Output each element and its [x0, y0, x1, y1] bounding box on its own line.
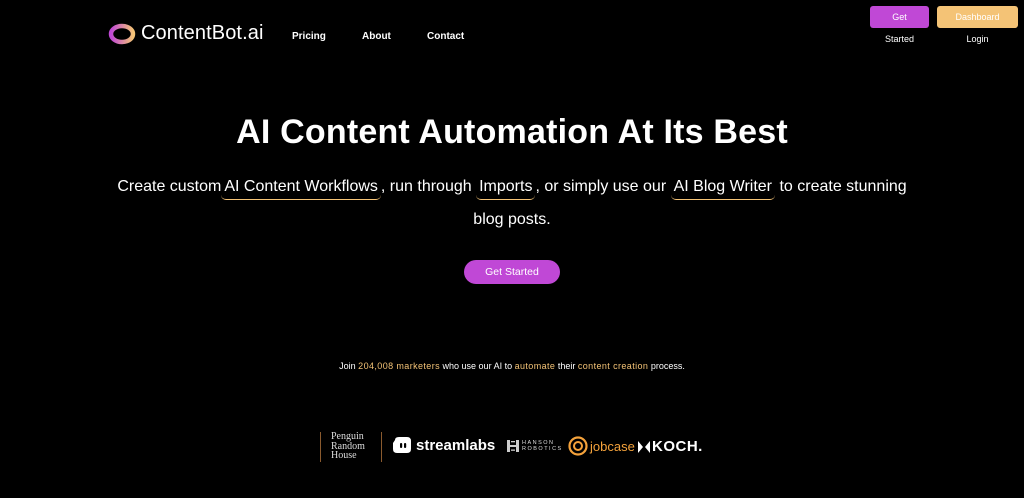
koch-logo: KOCH.: [638, 438, 703, 455]
nav-contact-link[interactable]: Contact: [427, 31, 464, 42]
ring-logo-icon: [108, 23, 136, 44]
page: ContentBot.ai Pricing About Contact Get …: [0, 0, 1024, 498]
streamlabs-icon: [393, 437, 411, 453]
join-prefix: Join: [339, 361, 356, 371]
hanson-logo-text: ROBOTICS: [522, 446, 563, 452]
streamlabs-logo-text: streamlabs: [416, 436, 496, 454]
koch-icon: [638, 440, 650, 453]
ai-blog-writer-link[interactable]: AI Blog Writer: [670, 176, 776, 200]
join-marketers-text: Join 204,008 marketers who use our AI to…: [0, 361, 1024, 371]
hero-title: AI Content Automation At Its Best: [236, 113, 788, 151]
join-suffix: process.: [650, 361, 685, 371]
join-mid-text: their: [557, 361, 576, 371]
nav-pricing-link[interactable]: Pricing: [292, 31, 326, 42]
content-creation-highlight: content creation: [577, 361, 649, 371]
streamlabs-logo: streamlabs: [392, 436, 495, 454]
hero-sub-text: Create custom: [117, 178, 222, 195]
dashboard-login-button[interactable]: Dashboard Login: [937, 6, 1018, 44]
hanson-robotics-icon: [507, 440, 519, 452]
koch-logo-text: KOCH.: [652, 438, 703, 455]
jobcase-logo-text: jobcase: [590, 438, 635, 454]
automate-highlight: automate: [514, 361, 556, 371]
hero-get-started-button[interactable]: Get Started: [464, 260, 560, 284]
logo-text: ContentBot.ai: [141, 22, 264, 44]
penguin-random-house-logo: Penguin Random House: [320, 432, 382, 462]
hero-sub-text: to create stunning: [779, 178, 907, 195]
ai-content-workflows-link[interactable]: AI Content Workflows: [221, 176, 381, 200]
hero-subtitle: Create custom AI Content Workflows, run t…: [0, 170, 1024, 236]
join-mid-text: who use our AI to: [442, 361, 513, 371]
jobcase-icon: [568, 436, 588, 456]
hero-subtitle-line2: blog posts.: [473, 211, 551, 228]
contentbot-logo[interactable]: ContentBot.ai: [108, 22, 264, 45]
hero-sub-text: , or simply use our: [535, 178, 667, 195]
imports-link[interactable]: Imports: [476, 176, 536, 200]
hanson-robotics-logo: HANSON ROBOTICS: [507, 440, 563, 452]
hero-sub-text: , run through: [380, 178, 472, 195]
hanson-logo-text-block: HANSON ROBOTICS: [522, 440, 563, 452]
penguin-logo-text: House: [331, 450, 357, 461]
jobcase-logo: jobcase: [568, 436, 635, 456]
marketer-count: 204,008 marketers: [358, 361, 441, 371]
hero-subtitle-line1: Create custom AI Content Workflows, run t…: [0, 170, 1024, 203]
header-get-started-button[interactable]: Get Started: [870, 6, 929, 44]
nav-about-link[interactable]: About: [362, 31, 391, 42]
